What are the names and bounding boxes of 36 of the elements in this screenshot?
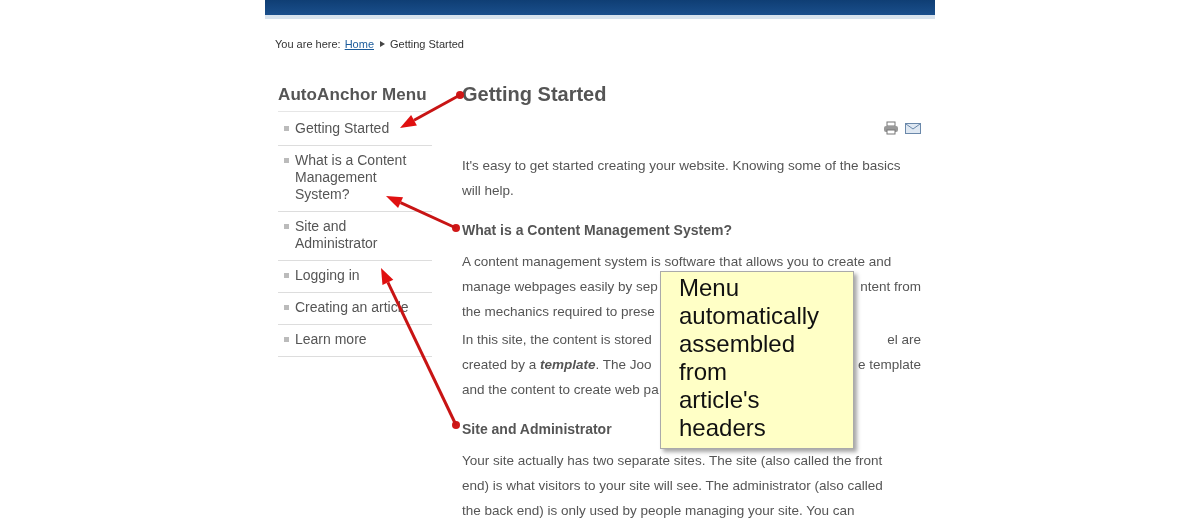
bullet-icon <box>284 337 289 342</box>
paragraph-line: end) is what visitors to your site will see. The administrator (also called <box>462 477 884 495</box>
bullet-icon <box>284 273 289 278</box>
menu-item[interactable]: Site and Administrator <box>295 218 415 252</box>
breadcrumb-current: Getting Started <box>390 38 464 50</box>
bullet-icon <box>284 126 289 131</box>
menu-item[interactable]: What is a Content Management System? <box>295 152 415 203</box>
menu-item[interactable]: Logging in <box>295 267 415 284</box>
article-title: Getting Started <box>462 83 608 107</box>
menu-item[interactable]: Learn more <box>295 331 415 348</box>
paragraph-line: el are <box>887 331 921 349</box>
paragraph-line: A content management system is software that allows you to create and <box>462 253 893 271</box>
paragraph-line: manage webpages easily by sep <box>462 278 658 296</box>
breadcrumb-link[interactable]: Home <box>344 38 374 50</box>
breadcrumb-arrow-icon <box>378 40 386 48</box>
section-heading: Site and Administrator <box>462 420 612 439</box>
paragraph-line: will help. <box>462 182 515 200</box>
paragraph-line: Your site actually has two separate sites. The site (also called the front <box>462 452 884 470</box>
bullet-icon <box>284 305 289 310</box>
menu-item[interactable]: Getting Started <box>295 120 415 137</box>
paragraph-line: It's easy to get started creating your website. Knowing some of the basics <box>462 157 902 175</box>
breadcrumb-label: You are here: <box>275 38 341 50</box>
menu-title: AutoAnchor Menu <box>278 85 432 112</box>
paragraph-line: ntent from <box>860 278 921 296</box>
paragraph-line: and the content to create web pa <box>462 381 659 399</box>
email-icon[interactable] <box>905 121 921 135</box>
paragraph-line: created by a template. The Joo <box>462 356 652 374</box>
print-icon[interactable] <box>883 121 899 135</box>
paragraph-line: In this site, the content is stored <box>462 331 652 349</box>
section-heading: What is a Content Management System? <box>462 221 732 240</box>
bullet-icon <box>284 158 289 163</box>
bullet-icon <box>284 224 289 229</box>
callout-note: Menu automatically assembled from article's headers <box>679 274 820 441</box>
paragraph-line: the back end) is only used by people managing your site. You can <box>462 502 856 520</box>
paragraph-line: the mechanics required to prese <box>462 303 655 321</box>
paragraph-line: e template <box>857 356 921 374</box>
